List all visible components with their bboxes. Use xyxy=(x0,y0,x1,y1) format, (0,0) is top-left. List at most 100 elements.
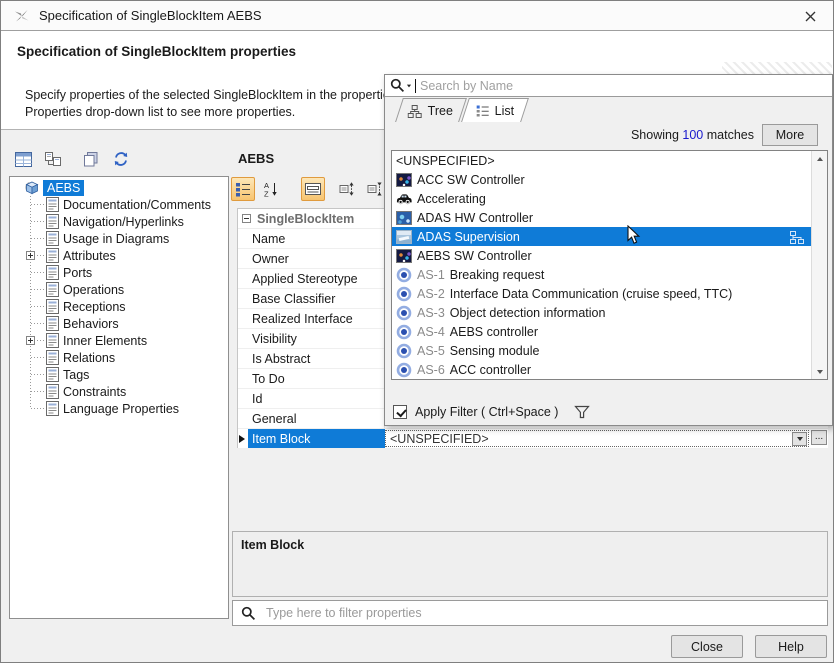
apply-filter-label: Apply Filter ( Ctrl+Space ) xyxy=(415,405,558,419)
combo-value-text: <UNSPECIFIED> xyxy=(386,432,792,446)
tree-item-label: Ports xyxy=(63,266,92,280)
description-title: Item Block xyxy=(241,538,827,552)
list-item-adas-supervision[interactable]: ADAS Supervision xyxy=(392,227,827,246)
scroll-down-arrow[interactable] xyxy=(812,364,828,379)
row-marker xyxy=(238,429,248,448)
tree-item-operations[interactable]: Operations xyxy=(10,281,228,298)
property-value[interactable]: <UNSPECIFIED>... xyxy=(385,429,828,448)
tree-item-documentation-comments[interactable]: Documentation/Comments xyxy=(10,196,228,213)
property-name: Visibility xyxy=(248,329,385,348)
more-button[interactable]: More xyxy=(762,124,818,146)
list-item-label: <UNSPECIFIED> xyxy=(396,154,495,168)
property-name: To Do xyxy=(248,369,385,388)
list-item-aebs-sw-controller[interactable]: AEBS SW Controller xyxy=(392,246,827,265)
tree-item-tags[interactable]: Tags xyxy=(10,366,228,383)
requirement-icon xyxy=(396,305,412,321)
scroll-up-arrow[interactable] xyxy=(812,151,828,166)
popup-search-row xyxy=(385,75,832,97)
car-icon xyxy=(396,191,412,207)
row-marker xyxy=(238,229,248,248)
tree-item-navigation-hyperlinks[interactable]: Navigation/Hyperlinks xyxy=(10,213,228,230)
show-description-button[interactable] xyxy=(301,177,325,201)
list-item-sensing-module[interactable]: AS-5 Sensing module xyxy=(392,341,827,360)
close-window-button[interactable] xyxy=(793,4,827,28)
text-caret xyxy=(415,79,416,93)
search-icon[interactable] xyxy=(390,78,405,93)
section-label: SingleBlockItem xyxy=(257,212,354,226)
sort-alpha-icon: AZ xyxy=(264,181,278,197)
tree-item-label: Operations xyxy=(63,283,124,297)
expand-nodes-button[interactable] xyxy=(335,177,359,201)
row-marker xyxy=(238,409,248,428)
tree-item-ports[interactable]: Ports xyxy=(10,264,228,281)
search-options-arrow-icon[interactable] xyxy=(407,84,411,87)
refresh-button[interactable] xyxy=(109,147,133,171)
properties-pane-title: AEBS xyxy=(238,151,274,166)
tree-item-label: Language Properties xyxy=(63,402,179,416)
apply-filter-row: Apply Filter ( Ctrl+Space ) xyxy=(393,405,590,419)
tree-item-behaviors[interactable]: Behaviors xyxy=(10,315,228,332)
list-tab-label: List xyxy=(495,104,514,118)
expand-plus-icon[interactable] xyxy=(26,251,35,260)
property-row-item-block[interactable]: Item Block<UNSPECIFIED>... xyxy=(238,429,828,449)
collapse-section-icon[interactable] xyxy=(242,214,251,223)
list-item-adas-hw-controller[interactable]: ADAS HW Controller xyxy=(392,208,827,227)
property-name: Realized Interface xyxy=(248,309,385,328)
tree-view-button[interactable] xyxy=(41,147,65,171)
list-item-acc-controller[interactable]: AS-6ACC controller xyxy=(392,360,827,379)
properties-filter-input[interactable] xyxy=(264,605,827,621)
list-item-label: AEBS controller xyxy=(450,325,538,339)
tree-root-label: AEBS xyxy=(43,180,84,196)
tab-list[interactable]: List xyxy=(461,98,529,122)
tree-item-receptions[interactable]: Receptions xyxy=(10,298,228,315)
sort-alpha-button[interactable]: AZ xyxy=(259,177,283,201)
funnel-icon[interactable] xyxy=(574,405,590,419)
list-item-label: ACC SW Controller xyxy=(417,173,525,187)
combo-ellipsis-button[interactable]: ... xyxy=(811,430,827,445)
tree-tab-icon xyxy=(408,104,423,117)
window-title: Specification of SingleBlockItem AEBS xyxy=(39,8,262,23)
close-button[interactable]: Close xyxy=(671,635,743,658)
expand-plus-icon[interactable] xyxy=(26,336,35,345)
list-item-acc-sw-controller[interactable]: ACC SW Controller xyxy=(392,170,827,189)
document-icon xyxy=(46,231,59,246)
list-item-interface-data-communication-cruise-speed-ttc[interactable]: AS-2Interface Data Communication (cruise… xyxy=(392,284,827,303)
list-item-breaking-request[interactable]: AS-1Breaking request xyxy=(392,265,827,284)
tab-tree[interactable]: Tree xyxy=(395,98,467,122)
row-marker xyxy=(238,249,248,268)
item-block-value-combo[interactable]: <UNSPECIFIED> xyxy=(385,430,809,447)
list-item-id: AS-1 xyxy=(417,268,445,282)
tree-item-attributes[interactable]: Attributes xyxy=(10,247,228,264)
list-item-accelerating[interactable]: Accelerating xyxy=(392,189,827,208)
close-icon xyxy=(805,11,816,22)
requirement-icon xyxy=(396,286,412,302)
help-button[interactable]: Help xyxy=(755,635,827,658)
list-item-label: Sensing module xyxy=(450,344,540,358)
tree-item-usage-in-diagrams[interactable]: Usage in Diagrams xyxy=(10,230,228,247)
properties-filter-bar xyxy=(232,600,828,626)
categorize-button[interactable] xyxy=(231,177,255,201)
collapse-nodes-icon xyxy=(367,181,383,197)
tree-item-constraints[interactable]: Constraints xyxy=(10,383,228,400)
structure-icon xyxy=(789,230,805,245)
tree-item-language-properties[interactable]: Language Properties xyxy=(10,400,228,417)
tree-item-label: Navigation/Hyperlinks xyxy=(63,215,184,229)
tree-item-inner-elements[interactable]: Inner Elements xyxy=(10,332,228,349)
properties-table-button[interactable] xyxy=(11,147,35,171)
list-item-id: AS-5 xyxy=(417,344,445,358)
apply-filter-checkbox[interactable] xyxy=(393,405,407,419)
match-count-number: 100 xyxy=(682,128,703,142)
list-item-aebs-controller[interactable]: AS-4AEBS controller xyxy=(392,322,827,341)
search-by-name-input[interactable] xyxy=(418,78,832,94)
list-item-unspecified[interactable]: <UNSPECIFIED> xyxy=(392,151,827,170)
list-item-object-detection-information[interactable]: AS-3Object detection information xyxy=(392,303,827,322)
row-marker xyxy=(238,369,248,388)
element-list-items: <UNSPECIFIED> ACC SW Controller Accelerati… xyxy=(392,151,827,379)
tree-item-relations[interactable]: Relations xyxy=(10,349,228,366)
property-name: Applied Stereotype xyxy=(248,269,385,288)
list-scrollbar[interactable] xyxy=(811,151,827,379)
copy-button[interactable] xyxy=(79,147,103,171)
combo-dropdown-button[interactable] xyxy=(792,432,807,446)
show-description-icon xyxy=(305,183,321,195)
tree-item-aebs[interactable]: AEBS xyxy=(10,179,228,196)
